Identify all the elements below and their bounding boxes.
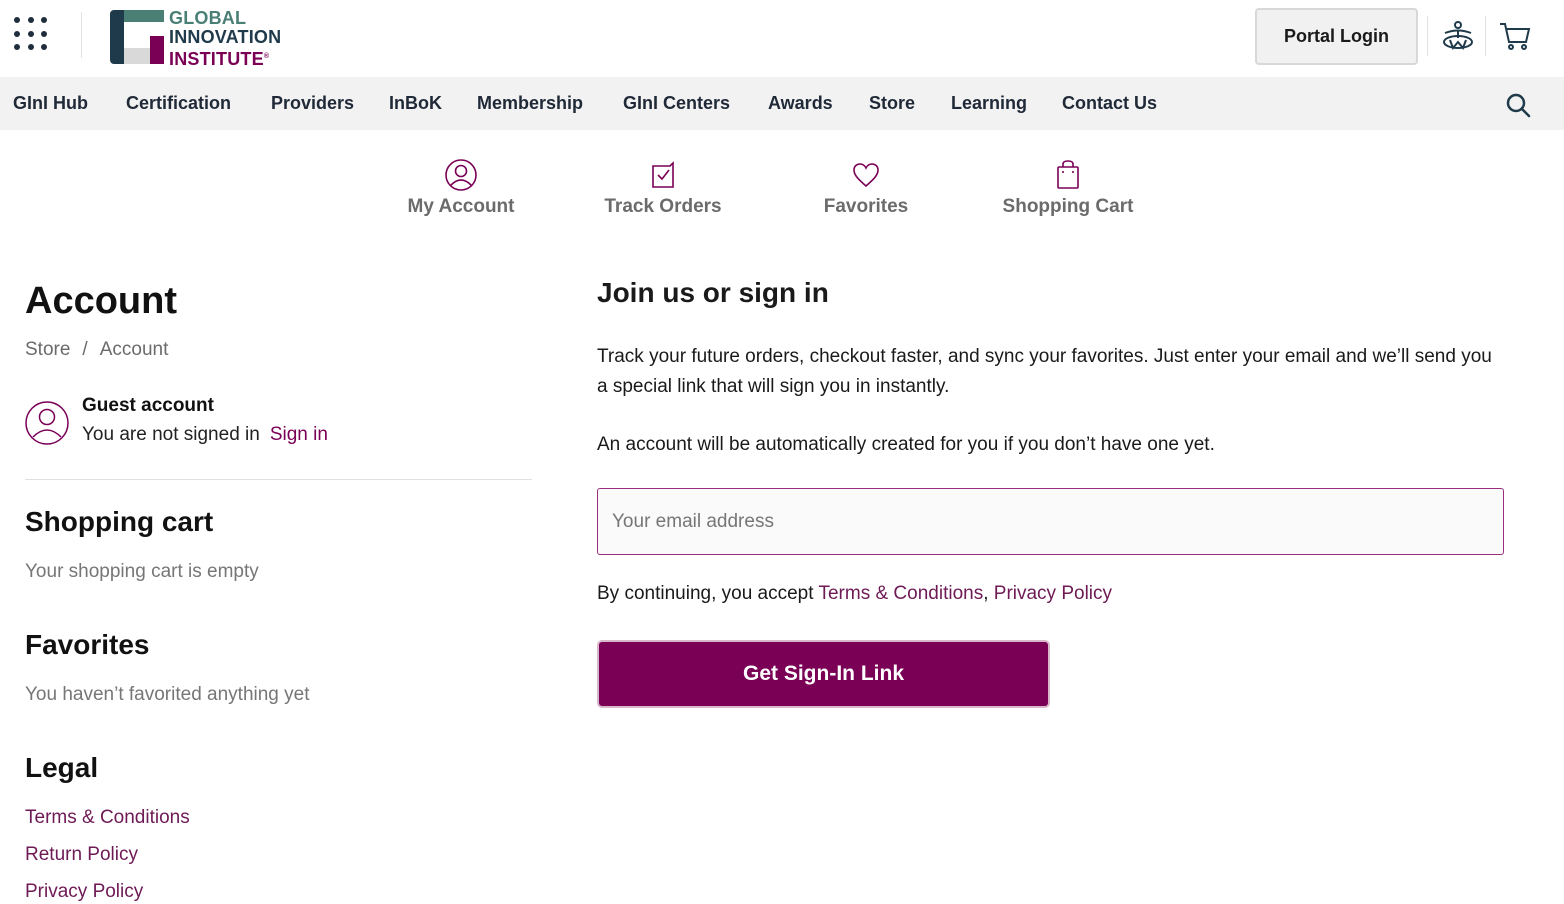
cart-icon[interactable] [1497, 18, 1533, 54]
favorites-empty-text: You haven’t favorited anything yet [25, 684, 310, 705]
logo-line-2: INNOVATION [169, 27, 282, 47]
breadcrumb-account: Account [99, 339, 169, 360]
logo-line-3-text: INSTITUTE [169, 49, 264, 69]
legal-link-return-policy[interactable]: Return Policy [25, 844, 138, 866]
guest-status-text: You are not signed in [82, 424, 260, 445]
logo-text: GLOBAL INNOVATION INSTITUTE® [169, 9, 281, 69]
subnav-label: Track Orders [604, 196, 722, 217]
site-logo[interactable]: GLOBAL INNOVATION INSTITUTE® [110, 9, 300, 69]
subnav-shopping-cart[interactable]: Shopping Cart [994, 158, 1142, 218]
nav-item-awards[interactable]: Awards [768, 77, 833, 130]
logo-line-1: GLOBAL [169, 8, 247, 28]
consent-text: By continuing, you accept Terms & Condit… [597, 583, 1112, 605]
nav-item-inbok[interactable]: InBoK [389, 77, 442, 130]
nav-item-gini-centers[interactable]: GInI Centers [623, 77, 730, 130]
logo-line-3: INSTITUTE® [169, 47, 281, 69]
consent-prefix: By continuing, you accept [597, 583, 819, 604]
user-circle-icon [445, 159, 477, 191]
email-field[interactable] [597, 488, 1504, 555]
terms-link[interactable]: Terms & Conditions [818, 583, 983, 604]
heart-icon [853, 163, 879, 188]
favorites-heading: Favorites [25, 629, 150, 660]
main-nav: GInI Hub Certification Providers InBoK M… [0, 77, 1564, 130]
logo-mark-icon [110, 10, 164, 64]
nav-item-certification[interactable]: Certification [126, 77, 231, 130]
nav-item-store[interactable]: Store [869, 77, 915, 130]
legal-heading: Legal [25, 752, 99, 783]
nav-item-providers[interactable]: Providers [271, 77, 354, 130]
legal-link-terms[interactable]: Terms & Conditions [25, 807, 190, 829]
order-check-icon [652, 161, 674, 188]
breadcrumb: Store / Account [25, 339, 168, 361]
signin-auto-create-note: An account will be automatically created… [597, 434, 1215, 455]
subnav-favorites[interactable]: Favorites [816, 158, 916, 218]
shopping-cart-empty-text: Your shopping cart is empty [25, 561, 259, 582]
nav-item-contact-us[interactable]: Contact Us [1062, 77, 1157, 130]
guest-status: You are not signed in Sign in [82, 424, 328, 446]
subnav-label: Shopping Cart [1002, 196, 1134, 217]
subnav-label: Favorites [823, 196, 909, 217]
privacy-link[interactable]: Privacy Policy [994, 583, 1112, 604]
header-divider [81, 12, 82, 58]
guest-account-title: Guest account [82, 395, 214, 416]
header-divider [1485, 16, 1486, 56]
nav-item-learning[interactable]: Learning [951, 77, 1027, 130]
legal-link-privacy[interactable]: Privacy Policy [25, 881, 143, 903]
page-title: Account [25, 280, 177, 322]
shopping-cart-heading: Shopping cart [25, 506, 214, 537]
registered-mark: ® [263, 53, 270, 60]
avatar [25, 401, 69, 445]
top-header: GLOBAL INNOVATION INSTITUTE® Portal Logi… [0, 0, 1564, 77]
portal-login-button[interactable]: Portal Login [1255, 8, 1418, 65]
sign-in-link[interactable]: Sign in [270, 424, 328, 445]
subnav-track-orders[interactable]: Track Orders [598, 158, 728, 218]
search-icon[interactable] [1504, 91, 1532, 119]
signin-description: Track your future orders, checkout faste… [597, 346, 1492, 397]
nav-item-membership[interactable]: Membership [477, 77, 583, 130]
breadcrumb-separator: / [82, 339, 88, 360]
subnav-my-account[interactable]: My Account [401, 158, 521, 218]
nav-item-gini-hub[interactable]: GInI Hub [13, 77, 88, 130]
apps-grid-icon[interactable] [14, 17, 50, 53]
get-sign-in-link-button[interactable]: Get Sign-In Link [597, 640, 1050, 708]
breadcrumb-store[interactable]: Store [25, 339, 70, 360]
shopping-bag-icon [1057, 160, 1079, 189]
subnav-label: My Account [407, 196, 515, 217]
header-divider [1427, 16, 1428, 56]
consent-comma: , [983, 583, 989, 604]
accessibility-icon[interactable] [1440, 18, 1476, 54]
signin-heading: Join us or sign in [597, 277, 829, 308]
divider [25, 479, 532, 480]
